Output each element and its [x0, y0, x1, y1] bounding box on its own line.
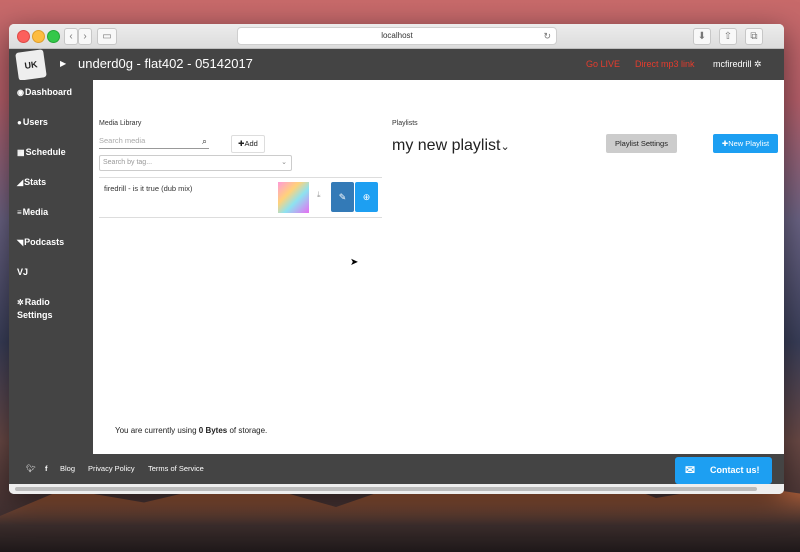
forward-icon[interactable]: › [78, 28, 92, 45]
twitter-icon[interactable]: 🐦︎ [26, 464, 36, 473]
contact-us-button[interactable]: ✉ Contact us! [675, 457, 772, 484]
sidebar-item-label: Users [22, 117, 48, 127]
user-menu[interactable]: mcfiredrill ✲ [713, 59, 762, 70]
station-title[interactable]: underd0g - flat402 - 05142017 [78, 56, 253, 71]
playlist-selector[interactable]: my new playlist⌄ [392, 137, 510, 155]
gear-icon: ✲ [754, 59, 762, 69]
add-media-button[interactable]: ✚Add [231, 135, 265, 153]
playlists-heading: Playlists [392, 120, 418, 127]
footer-link-blog[interactable]: Blog [60, 464, 75, 473]
playlist-settings-button[interactable]: Playlist Settings [606, 134, 677, 153]
sidebar-item-label: Podcasts [24, 237, 65, 247]
storage-suffix: of storage. [227, 426, 268, 435]
sidebar: ◉Dashboard ●Users ▦Schedule ◢Stats ≡Medi… [9, 80, 93, 454]
tag-search-select[interactable]: Search by tag... ⌄ [99, 155, 292, 171]
sidebar-item-vj[interactable]: VJ [17, 266, 28, 278]
footer-link-privacy[interactable]: Privacy Policy [88, 464, 135, 473]
station-logo[interactable]: UK [15, 49, 47, 81]
footer: 🐦︎ f Blog Privacy Policy Terms of Servic… [9, 454, 784, 484]
album-art-thumbnail [278, 182, 309, 213]
sidebar-item-label: VJ [17, 267, 29, 277]
chevron-down-icon: ⌄ [500, 141, 510, 153]
sidebar-item-label: Schedule [25, 147, 66, 157]
media-title: firedrill - is it true (dub mix) [104, 184, 193, 193]
storage-usage-text: You are currently using 0 Bytes of stora… [115, 426, 267, 435]
tabs-icon[interactable]: ⧉ [745, 28, 763, 45]
current-playlist-name: my new playlist [392, 137, 501, 154]
media-search-input[interactable]: Search media ⌕ [99, 134, 209, 149]
facebook-icon[interactable]: f [45, 464, 48, 473]
tag-search-placeholder: Search by tag... [103, 159, 153, 166]
back-icon[interactable]: ‹ [64, 28, 78, 45]
sidebar-item-label: Dashboard [24, 87, 72, 97]
horizontal-scrollbar[interactable] [9, 484, 784, 494]
close-window-button[interactable] [17, 30, 30, 43]
new-playlist-button[interactable]: ✚New Playlist [713, 134, 778, 153]
browser-window: ‹ › ▭ localhost ↻ ⬇ ⇧ ⧉ UK ▶ underd0g - … [9, 24, 784, 494]
maximize-window-button[interactable] [47, 30, 60, 43]
envelope-icon: ✉ [685, 463, 696, 477]
sidebar-item-schedule[interactable]: ▦Schedule [17, 146, 66, 159]
chevron-down-icon: ⌄ [281, 159, 287, 166]
contact-label: Contact us! [710, 465, 760, 475]
list-icon: ≡ [17, 208, 22, 217]
reload-icon[interactable]: ↻ [543, 28, 551, 44]
edit-media-button[interactable]: ✎ [331, 182, 354, 212]
direct-mp3-link[interactable]: Direct mp3 link [635, 59, 695, 69]
sidebar-item-media[interactable]: ≡Media [17, 206, 48, 219]
sidebar-item-radio-settings[interactable]: ✲Radio Settings [17, 296, 77, 321]
storage-amount: 0 Bytes [198, 426, 228, 435]
username-label: mcfiredrill [713, 59, 752, 69]
pencil-icon: ✎ [338, 192, 347, 202]
add-to-playlist-button[interactable]: ⊕ [355, 182, 378, 212]
add-label: Add [244, 139, 258, 148]
address-bar[interactable]: localhost ↻ [237, 27, 557, 45]
share-icon[interactable]: ⇧ [719, 28, 737, 45]
address-text: localhost [381, 31, 413, 40]
gear-icon: ✲ [17, 298, 24, 307]
scrollbar-thumb[interactable] [15, 487, 757, 491]
sidebar-item-podcasts[interactable]: ◥Podcasts [17, 236, 64, 249]
go-live-link[interactable]: Go LIVE [586, 59, 620, 69]
app-header: UK ▶ underd0g - flat402 - 05142017 Go LI… [9, 49, 784, 81]
download-icon[interactable]: ⬇ [693, 28, 711, 45]
sidebar-item-stats[interactable]: ◢Stats [17, 176, 46, 189]
user-icon: ● [17, 118, 22, 127]
media-library-heading: Media Library [99, 120, 142, 127]
search-icon[interactable]: ⌕ [202, 134, 207, 148]
dashboard-icon: ◉ [17, 88, 24, 97]
mouse-cursor-icon: ➤ [350, 257, 359, 268]
minimize-window-button[interactable] [32, 30, 45, 43]
rss-icon: ◥ [17, 238, 24, 247]
download-icon[interactable]: ⤓ [317, 190, 321, 200]
sidebar-toggle-icon[interactable]: ▭ [97, 28, 117, 45]
storage-prefix: You are currently using [115, 426, 199, 435]
chart-icon: ◢ [17, 178, 24, 187]
sidebar-item-label: Stats [24, 177, 47, 187]
new-playlist-label: New Playlist [728, 139, 770, 148]
footer-link-terms[interactable]: Terms of Service [148, 464, 204, 473]
browser-titlebar: ‹ › ▭ localhost ↻ ⬇ ⇧ ⧉ [9, 24, 784, 49]
plus-circle-icon: ⊕ [362, 192, 371, 202]
station-menu-caret-icon[interactable]: ▶ [60, 59, 66, 68]
sidebar-item-dashboard[interactable]: ◉Dashboard [17, 86, 72, 99]
list-item[interactable]: firedrill - is it true (dub mix) ⤓ ✎ ⊕ [99, 177, 382, 218]
sidebar-item-users[interactable]: ●Users [17, 116, 48, 129]
sidebar-item-label: Media [22, 207, 49, 217]
media-search-placeholder: Search media [99, 136, 146, 145]
main-content: Media Library Search media ⌕ ✚Add Search… [93, 80, 784, 454]
calendar-icon: ▦ [17, 148, 25, 157]
